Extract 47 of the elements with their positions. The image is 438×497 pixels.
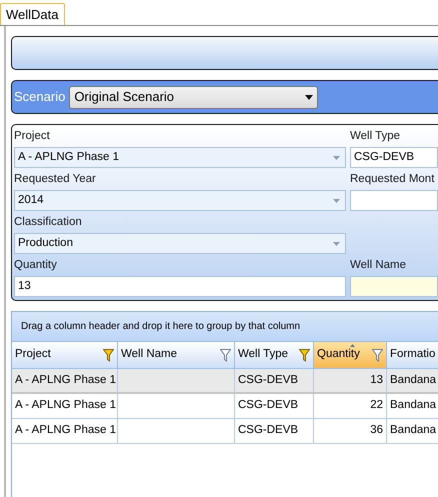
table-cell-text: A - APLNG Phase 1 bbox=[15, 398, 116, 414]
table-row[interactable]: A - APLNG Phase 1 CSG-DEVB 36 Bandana bbox=[12, 419, 438, 444]
table-row[interactable]: A - APLNG Phase 1 CSG-DEVB 13 Bandana bbox=[12, 369, 438, 394]
input-field[interactable] bbox=[350, 276, 438, 297]
filter-icon[interactable] bbox=[220, 348, 231, 362]
dropdown-field[interactable]: Production bbox=[14, 233, 346, 254]
field-label: Classification bbox=[14, 215, 83, 230]
dropdown-arrow-icon bbox=[333, 156, 340, 160]
column-header[interactable]: Formatio bbox=[387, 342, 438, 368]
column-header[interactable]: Quantity bbox=[314, 342, 387, 368]
dropdown-arrow-icon bbox=[333, 242, 340, 246]
field-label: Well Type bbox=[350, 129, 402, 144]
sort-arrow-icon bbox=[350, 344, 355, 347]
table-cell-text: Bandana bbox=[390, 372, 436, 388]
filter-icon[interactable] bbox=[299, 348, 310, 362]
tab[interactable]: WellData bbox=[0, 3, 65, 25]
input-field[interactable]: 13 bbox=[14, 276, 346, 297]
filter-icon[interactable] bbox=[103, 348, 114, 362]
column-header[interactable]: Well Type bbox=[235, 342, 314, 368]
group-hint: Drag a column header and drop it here to group by that column bbox=[21, 320, 300, 334]
column-header[interactable]: Project bbox=[12, 342, 118, 368]
table-cell-text: 22 bbox=[370, 398, 383, 414]
scenario-label: Scenario bbox=[14, 88, 66, 106]
table-cell-text: A - APLNG Phase 1 bbox=[15, 372, 116, 388]
dropdown-field[interactable]: 2014 bbox=[14, 190, 346, 211]
table-cell-text: CSG-DEVB bbox=[238, 423, 298, 438]
input-field[interactable] bbox=[350, 190, 438, 211]
table-row[interactable]: A - APLNG Phase 1 CSG-DEVB 22 Bandana bbox=[12, 394, 438, 419]
field-label: Quantity bbox=[14, 258, 58, 273]
dropdown-arrow-icon bbox=[333, 198, 340, 202]
field-label: Requested Year bbox=[14, 172, 97, 187]
table-cell-text: A - APLNG Phase 1 bbox=[15, 423, 116, 438]
dropdown-field[interactable]: A - APLNG Phase 1 bbox=[14, 147, 346, 168]
field-label: Project bbox=[14, 129, 51, 144]
table-cell-text: 36 bbox=[370, 423, 383, 438]
field-label: Requested Mont bbox=[350, 172, 436, 187]
filter-icon[interactable] bbox=[372, 348, 383, 362]
column-header[interactable]: Well Name bbox=[118, 342, 235, 368]
input-field[interactable]: CSG-DEVB bbox=[350, 147, 438, 168]
table-cell-text: CSG-DEVB bbox=[238, 372, 298, 388]
table-cell-text: 13 bbox=[370, 372, 383, 388]
table-cell-text: Bandana bbox=[390, 398, 436, 414]
dropdown-arrow-icon bbox=[305, 94, 314, 100]
table-cell-text: Bandana bbox=[390, 423, 436, 438]
scenario-dropdown[interactable]: Original Scenario bbox=[69, 86, 318, 108]
field-label: Well Name bbox=[350, 258, 408, 273]
table-cell-text: CSG-DEVB bbox=[238, 398, 298, 414]
